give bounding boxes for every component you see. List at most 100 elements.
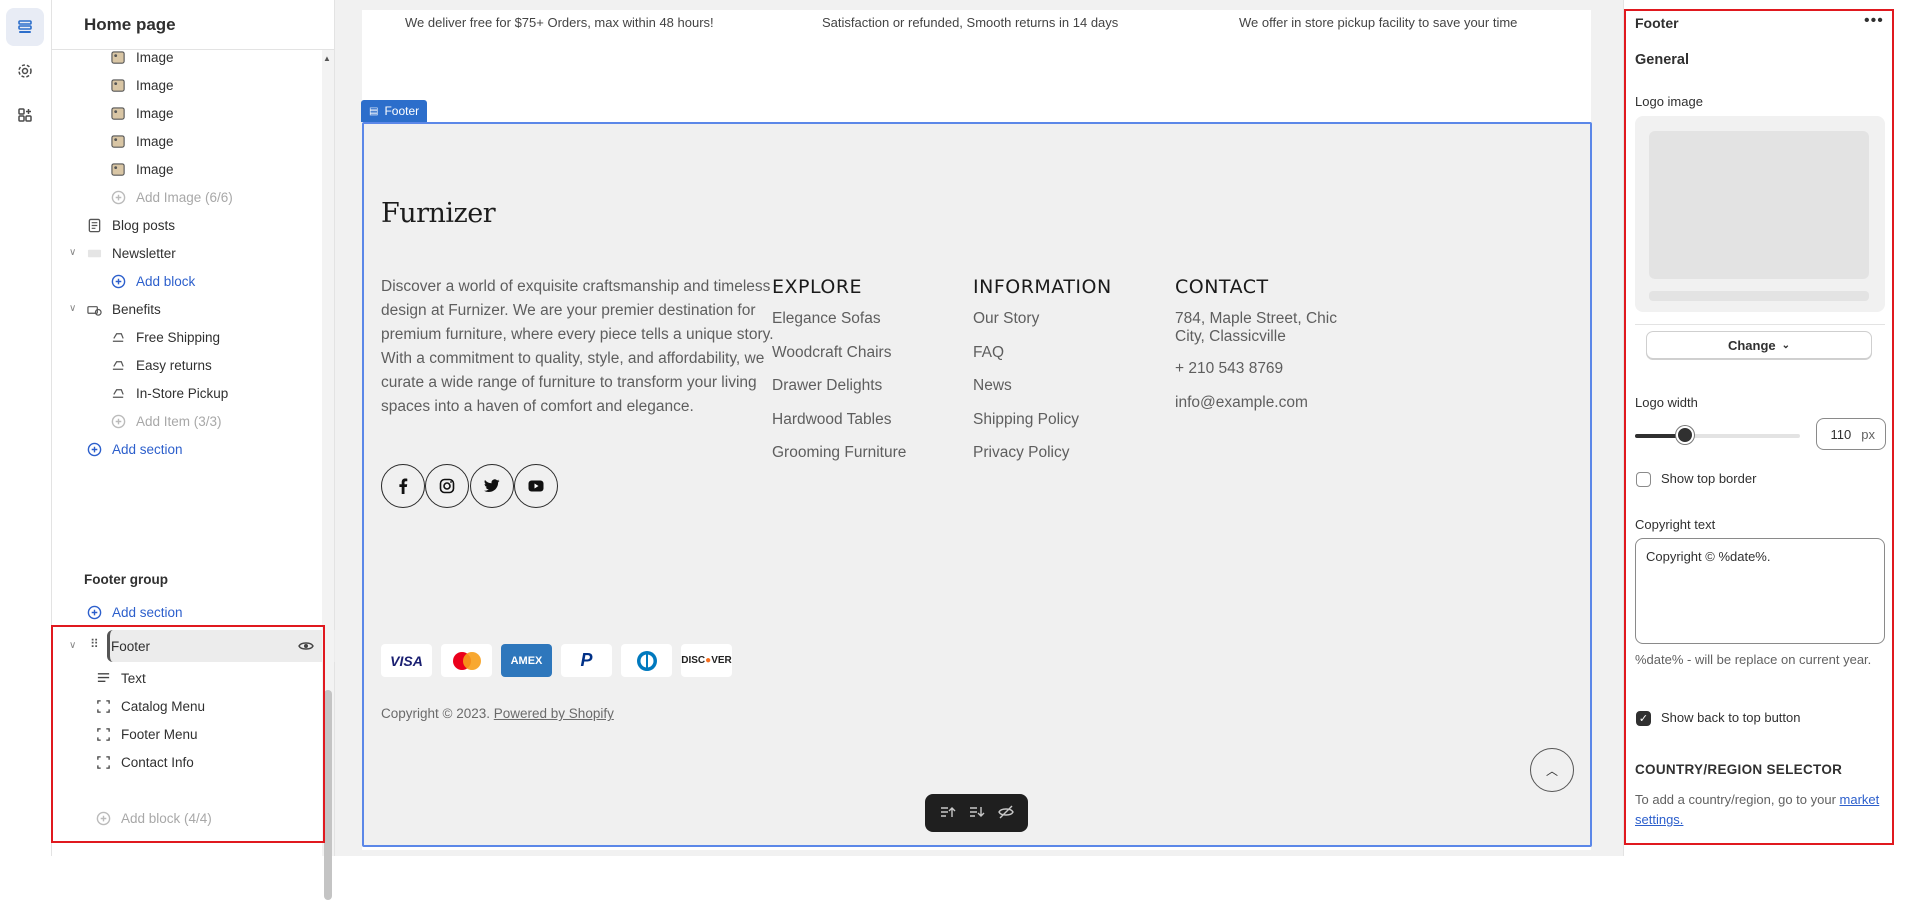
hide-eye-icon[interactable]	[997, 805, 1014, 822]
tree-item[interactable]: Add block	[110, 267, 195, 295]
footer-link[interactable]: Grooming Furniture	[772, 444, 906, 462]
tree-item-label: Add Image (6/6)	[136, 189, 233, 205]
amex-payment-icon: AMEX	[501, 644, 552, 677]
section-tag-label: Footer	[384, 104, 420, 118]
plus-circle-icon	[110, 273, 126, 289]
tree-item[interactable]: Image	[110, 50, 174, 71]
left-rail	[0, 0, 52, 856]
newsletter-icon	[86, 245, 102, 261]
country-region-text: To add a country/region, go to your mark…	[1635, 790, 1885, 830]
tree-item[interactable]: Newsletter	[86, 239, 176, 267]
general-heading: General	[1635, 52, 1689, 68]
footer-logo[interactable]: Furnizer	[381, 198, 496, 229]
back-to-top-button[interactable]: ︿	[1530, 748, 1574, 792]
footer-link[interactable]: Hardwood Tables	[772, 411, 891, 429]
footer-link[interactable]: 784, Maple Street, Chic City, Classicvil…	[1175, 310, 1355, 346]
footer-link[interactable]: info@example.com	[1175, 394, 1308, 412]
chevron-down-icon[interactable]: ∨	[69, 303, 76, 314]
footer-link[interactable]: Privacy Policy	[973, 444, 1069, 462]
footer-section-tag[interactable]: ▤ Footer	[361, 100, 428, 122]
add-section-label: Add section	[112, 604, 183, 620]
tree-item[interactable]: Image	[110, 155, 174, 183]
footer-link[interactable]: Shipping Policy	[973, 411, 1079, 429]
footer-link[interactable]: Elegance Sofas	[772, 310, 881, 328]
image-thumb-icon	[110, 50, 126, 65]
move-up-icon[interactable]	[940, 805, 956, 822]
footer-group-heading: Footer group	[84, 572, 168, 587]
truck-icon	[110, 329, 126, 345]
facebook-icon[interactable]	[381, 464, 425, 508]
footer-link[interactable]: Drawer Delights	[772, 377, 882, 395]
logo-image-picker[interactable]	[1635, 116, 1885, 325]
footer-selection-highlight	[51, 625, 325, 843]
tree-item[interactable]: Benefits	[86, 295, 161, 323]
footer-link[interactable]: + 210 543 8769	[1175, 360, 1283, 378]
tree-item[interactable]: Easy returns	[110, 351, 212, 379]
tree-item-label: Easy returns	[136, 357, 212, 373]
logo-width-input[interactable]: 110 px	[1816, 418, 1886, 450]
footer-link[interactable]: FAQ	[973, 344, 1004, 362]
tree-item-label: Add section	[112, 441, 183, 457]
tree-item-label: Image	[136, 133, 174, 149]
logo-width-label: Logo width	[1635, 395, 1698, 410]
plus-circle-icon	[86, 604, 102, 620]
show-top-border-checkbox[interactable]	[1636, 472, 1651, 487]
add-section-footer-button[interactable]: Add section	[86, 598, 183, 626]
footer-link[interactable]: Our Story	[973, 310, 1039, 328]
tree-item[interactable]: Image	[110, 127, 174, 155]
tree-item-label: Benefits	[112, 301, 161, 317]
tree-item-label: Blog posts	[112, 217, 176, 233]
footer-preview[interactable]: Furnizer Discover a world of exquisite c…	[362, 122, 1592, 847]
copyright-help-text: %date% - will be replace on current year…	[1635, 652, 1872, 667]
section-tag-icon: ▤	[369, 105, 379, 117]
settings-gear-icon[interactable]	[6, 52, 44, 90]
twitter-icon[interactable]	[470, 464, 514, 508]
panel-title: Footer	[1635, 15, 1679, 31]
tree-item[interactable]: Image	[110, 71, 174, 99]
benefit-text: Satisfaction or refunded, Smooth returns…	[822, 15, 1119, 30]
tree-item[interactable]: Blog posts	[86, 211, 175, 239]
tree-item-label: Image	[136, 50, 174, 65]
powered-by-link[interactable]: Powered by Shopify	[494, 706, 614, 721]
change-logo-button[interactable]: Change ⌄	[1646, 331, 1872, 359]
tree-item[interactable]: Add section	[86, 435, 183, 463]
footer-link[interactable]: Woodcraft Chairs	[772, 344, 891, 362]
apps-icon[interactable]	[6, 96, 44, 134]
tree-item[interactable]: Free Shipping	[110, 323, 220, 351]
plus-circle-icon	[110, 189, 126, 205]
tree-item-label: Newsletter	[112, 245, 176, 261]
footer-copyright: Copyright © 2023. Powered by Shopify	[381, 706, 614, 721]
chevron-down-icon[interactable]: ∨	[69, 247, 76, 258]
logo-width-slider-knob[interactable]	[1675, 426, 1694, 444]
instagram-icon[interactable]	[425, 464, 469, 508]
logo-width-unit: px	[1861, 426, 1875, 442]
tree-item[interactable]: In-Store Pickup	[110, 379, 228, 407]
move-down-icon[interactable]	[969, 805, 985, 822]
plus-circle-icon	[86, 441, 102, 457]
copyright-textarea[interactable]: Copyright © %date%.	[1635, 538, 1885, 644]
sections-icon[interactable]	[6, 8, 44, 46]
tree-item-label: Image	[136, 105, 174, 121]
youtube-icon[interactable]	[514, 464, 558, 508]
logo-width-slider[interactable]	[1635, 434, 1800, 438]
tree-item[interactable]: Add Image (6/6)	[110, 183, 233, 211]
show-back-to-top-label: Show back to top button	[1661, 710, 1801, 725]
logo-image-label: Logo image	[1635, 94, 1703, 109]
country-region-heading: COUNTRY/REGION SELECTOR	[1635, 762, 1843, 777]
logo-width-value: 110	[1830, 426, 1852, 442]
chevron-up-icon: ︿	[1545, 763, 1558, 778]
show-back-to-top-checkbox[interactable]: ✓	[1636, 711, 1651, 726]
mastercard-payment-icon	[441, 644, 492, 677]
footer-link[interactable]: News	[973, 377, 1012, 395]
copyright-text-label: Copyright text	[1635, 517, 1716, 532]
tree-item[interactable]: Add Item (3/3)	[110, 407, 222, 435]
tree-item[interactable]: Image	[110, 99, 174, 127]
paypal-payment-icon: P	[561, 644, 612, 677]
tree-item-label: Image	[136, 77, 174, 93]
image-thumb-icon	[110, 105, 126, 121]
benefits-icon	[86, 301, 102, 317]
more-options-icon[interactable]: •••	[1864, 12, 1884, 30]
show-top-border-label: Show top border	[1661, 471, 1757, 486]
visa-payment-icon: VISA	[381, 644, 432, 677]
benefit-text: We deliver free for $75+ Orders, max wit…	[405, 15, 714, 30]
